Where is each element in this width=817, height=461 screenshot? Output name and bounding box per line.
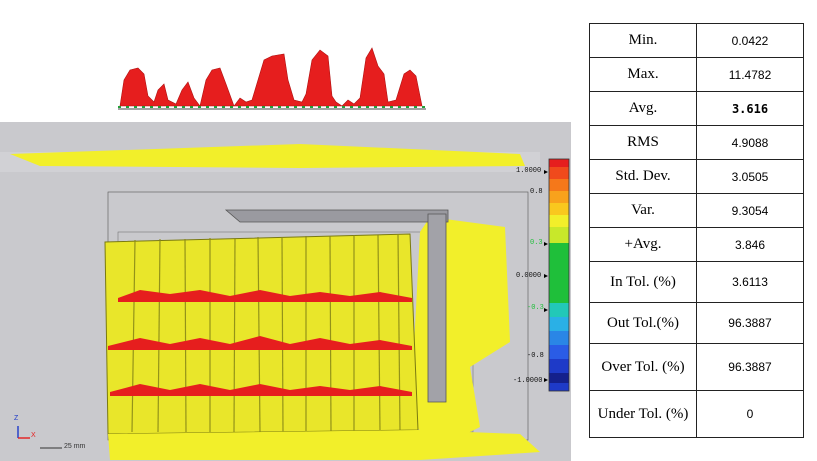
3d-viewport[interactable]: 1.0000 0.8 0.3 0.0000 -0.3 -0.8 -1.0000 … <box>0 122 571 461</box>
scale-label-neg08: -0.8 <box>527 352 544 360</box>
table-row: Min. 0.0422 <box>589 23 804 58</box>
scale-bar-label: 25 mm <box>64 443 86 450</box>
table-row: Over Tol. (%) 96.3887 <box>589 343 804 391</box>
scale-label-08: 0.8 <box>530 188 543 196</box>
stat-value: 9.3054 <box>696 193 804 228</box>
table-row: In Tol. (%) 3.6113 <box>589 261 804 303</box>
stat-label: Avg. <box>589 91 697 126</box>
stat-value: 3.616 <box>696 91 804 126</box>
scale-label-neg03: -0.3 <box>527 304 544 312</box>
statistics-table: Min. 0.0422 Max. 11.4782 Avg. 3.616 RMS 4.90… <box>589 23 804 438</box>
stat-label: Max. <box>589 57 697 92</box>
table-row: Under Tol. (%) 0 <box>589 390 804 438</box>
deviation-profile-chart <box>116 40 432 112</box>
table-row: RMS 4.9088 <box>589 125 804 160</box>
stat-label: Under Tol. (%) <box>589 390 697 438</box>
stat-label: Min. <box>589 23 697 58</box>
stat-value: 96.3887 <box>696 343 804 391</box>
scale-label-03: 0.3 <box>530 239 543 247</box>
stat-value: 4.9088 <box>696 125 804 160</box>
scale-label-min: -1.0000 <box>513 377 543 385</box>
table-row: Avg. 3.616 <box>589 91 804 126</box>
table-row: Std. Dev. 3.0505 <box>589 159 804 194</box>
stat-value: 0.0422 <box>696 23 804 58</box>
stat-label: Std. Dev. <box>589 159 697 194</box>
stat-value: 3.6113 <box>696 261 804 303</box>
stat-label: RMS <box>589 125 697 160</box>
table-row: Max. 11.4782 <box>589 57 804 92</box>
stat-value: 96.3887 <box>696 302 804 344</box>
table-row: Var. 9.3054 <box>589 193 804 228</box>
stat-value: 0 <box>696 390 804 438</box>
axis-label-z: Z <box>14 415 19 422</box>
scale-label-zero: 0.0000 <box>516 272 542 280</box>
stat-label: In Tol. (%) <box>589 261 697 303</box>
stat-value: 3.0505 <box>696 159 804 194</box>
stat-label: Over Tol. (%) <box>589 343 697 391</box>
stat-label: +Avg. <box>589 227 697 262</box>
scale-label-max: 1.0000 <box>516 167 542 175</box>
stat-label: Var. <box>589 193 697 228</box>
stat-value: 3.846 <box>696 227 804 262</box>
table-row: +Avg. 3.846 <box>589 227 804 262</box>
stat-value: 11.4782 <box>696 57 804 92</box>
axis-label-x: X <box>31 432 36 439</box>
table-row: Out Tol.(%) 96.3887 <box>589 302 804 344</box>
stat-label: Out Tol.(%) <box>589 302 697 344</box>
